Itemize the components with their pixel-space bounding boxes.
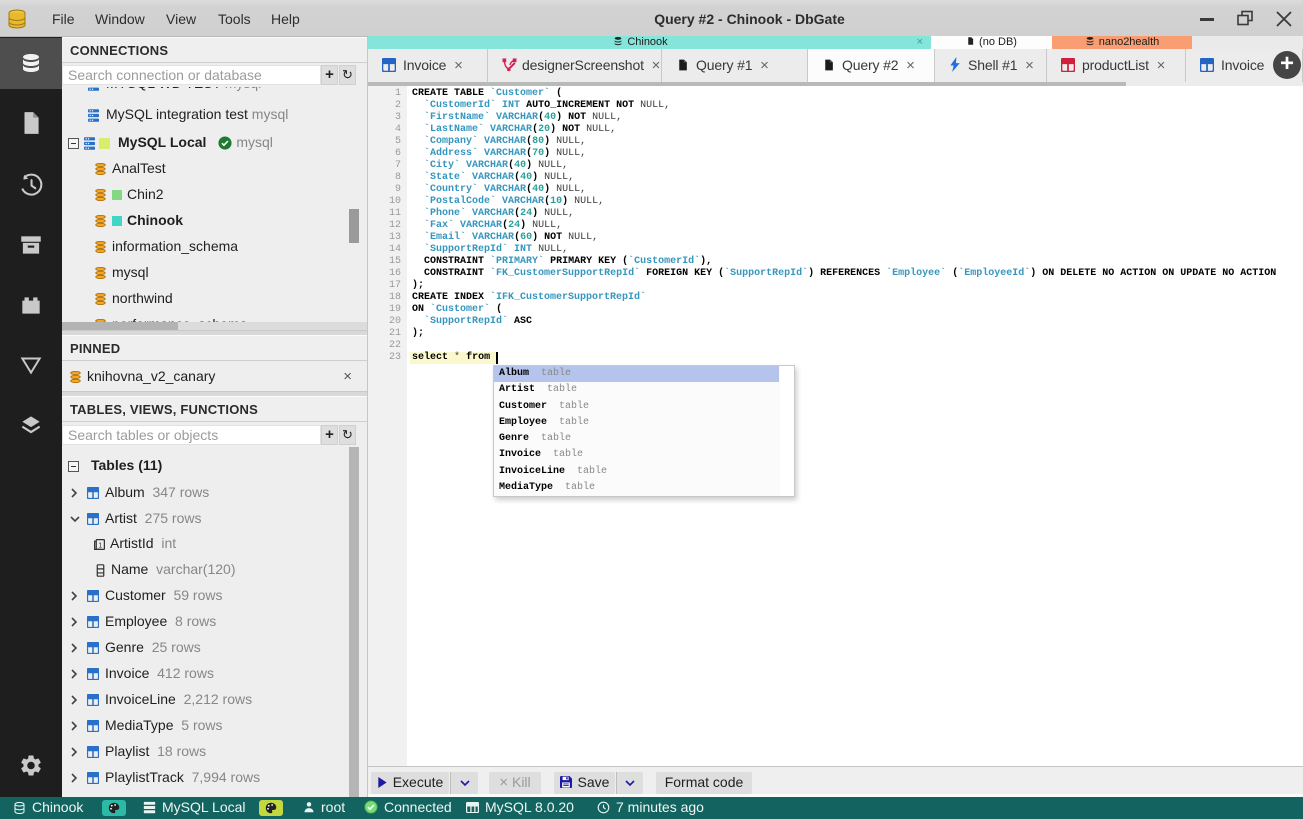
svg-text:1: 1 [98,540,102,549]
